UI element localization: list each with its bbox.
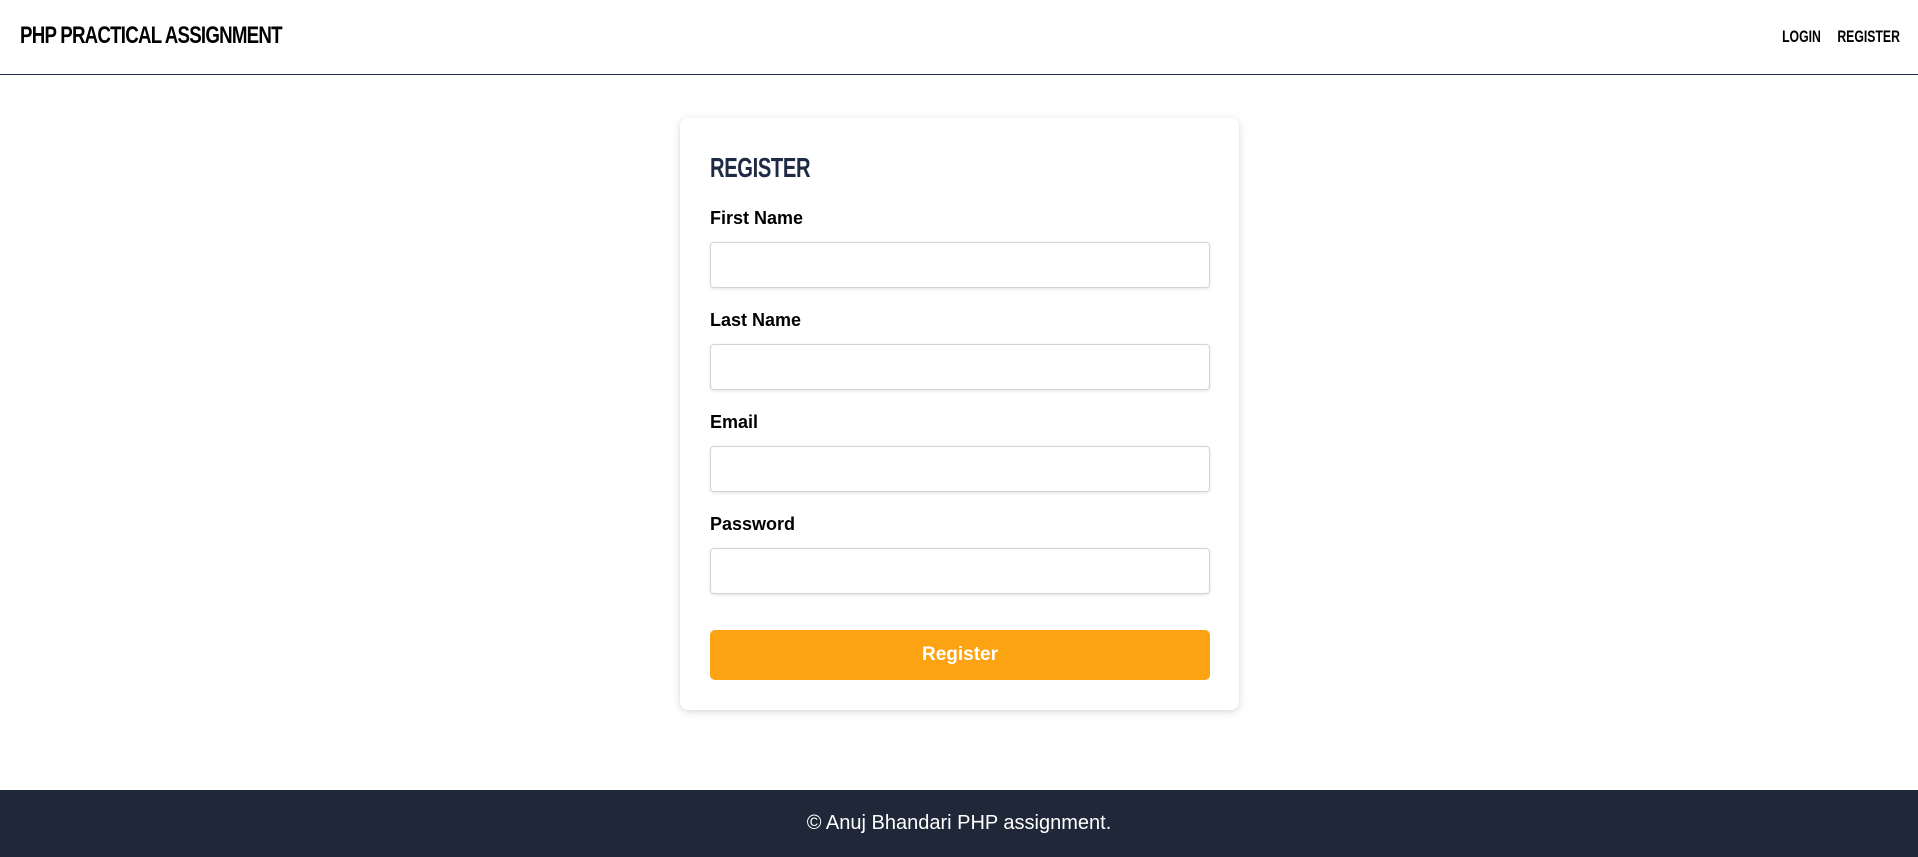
last-name-input[interactable] — [710, 344, 1210, 390]
brand-title[interactable]: PHP PRACTICAL ASSIGNMENT — [20, 22, 283, 50]
form-title: REGISTER — [710, 152, 811, 183]
register-button[interactable]: Register — [710, 630, 1210, 680]
navbar: PHP PRACTICAL ASSIGNMENT LOGIN REGISTER — [0, 0, 1918, 75]
password-label: Password — [710, 514, 796, 534]
first-name-input[interactable] — [710, 242, 1210, 288]
nav-login-link[interactable]: LOGIN — [1782, 27, 1821, 47]
last-name-label: Last Name — [710, 310, 802, 330]
nav-links: LOGIN REGISTER — [1767, 27, 1900, 47]
footer-copyright: © Anuj Bhandari PHP assignment. — [806, 812, 1112, 834]
nav-register-link[interactable]: REGISTER — [1837, 27, 1900, 47]
register-card: REGISTER First Name Last Name Email Pass… — [680, 118, 1239, 710]
password-input[interactable] — [710, 548, 1210, 594]
email-input[interactable] — [710, 446, 1210, 492]
first-name-label: First Name — [710, 208, 804, 228]
footer: © Anuj Bhandari PHP assignment. — [0, 790, 1918, 857]
email-label: Email — [710, 412, 759, 432]
